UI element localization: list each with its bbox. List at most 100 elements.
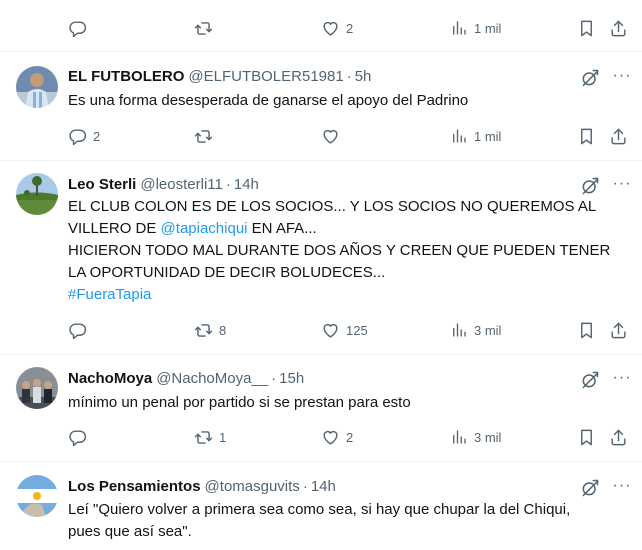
bookmark-button[interactable] bbox=[577, 315, 596, 345]
like-button[interactable]: 2 bbox=[321, 13, 353, 43]
grok-button[interactable] bbox=[580, 370, 600, 390]
top-tweet-actions: 2 1 mil bbox=[0, 13, 642, 43]
retweet-icon bbox=[194, 19, 213, 38]
retweet-count: 8 bbox=[219, 322, 227, 338]
retweet-button[interactable]: 1 bbox=[194, 422, 226, 452]
reply-button[interactable] bbox=[68, 13, 93, 43]
timestamp[interactable]: 15h bbox=[279, 370, 304, 387]
user-handle[interactable]: @leosterli11 bbox=[140, 176, 223, 193]
views-icon bbox=[450, 321, 468, 339]
tweet-header: EL FUTBOLERO @ELFUTBOLER51981 · 5h bbox=[68, 66, 371, 86]
more-button[interactable]: ··· bbox=[612, 476, 632, 496]
tweet-text-line: Leí "Quiero volver a primera sea como se… bbox=[68, 501, 571, 518]
tweet-actions: 8 125 3 mil bbox=[0, 315, 642, 345]
display-name[interactable]: Leo Sterli bbox=[68, 176, 136, 193]
tweet-text-line: VILLERO DE @tapiachiqui EN AFA... bbox=[68, 218, 634, 240]
user-handle[interactable]: @NachoMoya__ bbox=[156, 370, 268, 387]
reply-icon bbox=[68, 127, 87, 146]
more-icon: ··· bbox=[612, 369, 632, 386]
display-name[interactable]: EL FUTBOLERO bbox=[68, 68, 184, 85]
timestamp[interactable]: 14h bbox=[311, 478, 336, 495]
share-button[interactable] bbox=[609, 121, 628, 151]
more-icon: ··· bbox=[612, 67, 632, 84]
tweet-header: Los Pensamientos @tomasguvits · 14h bbox=[68, 476, 336, 496]
views-button[interactable]: 1 mil bbox=[450, 13, 501, 43]
bookmark-button[interactable] bbox=[577, 13, 596, 43]
share-icon bbox=[609, 321, 628, 340]
display-name[interactable]: Los Pensamientos bbox=[68, 478, 201, 495]
like-button[interactable] bbox=[321, 121, 346, 151]
retweet-button[interactable] bbox=[194, 121, 219, 151]
tweet-text-line: mínimo un penal por partido si se presta… bbox=[68, 394, 411, 411]
grok-icon bbox=[580, 370, 600, 390]
avatar[interactable] bbox=[16, 66, 58, 108]
tweet-text-line: Es una forma desesperada de ganarse el a… bbox=[68, 92, 469, 109]
user-handle[interactable]: @ELFUTBOLER51981 bbox=[188, 68, 343, 85]
text-segment: VILLERO DE bbox=[68, 220, 161, 237]
retweet-button[interactable] bbox=[194, 13, 219, 43]
timestamp[interactable]: 14h bbox=[234, 176, 259, 193]
user-handle[interactable]: @tomasguvits bbox=[205, 478, 300, 495]
separator-dot: · bbox=[346, 67, 352, 85]
views-count: 3 mil bbox=[474, 429, 502, 445]
views-button[interactable]: 3 mil bbox=[450, 422, 501, 452]
grok-icon bbox=[580, 478, 600, 498]
reply-icon bbox=[68, 428, 87, 447]
views-icon bbox=[450, 127, 468, 145]
share-button[interactable] bbox=[609, 13, 628, 43]
tweet[interactable]: EL FUTBOLERO @ELFUTBOLER51981 · 5h ··· E… bbox=[0, 52, 642, 160]
bookmark-icon bbox=[577, 19, 596, 38]
mention-link[interactable]: @tapiachiqui bbox=[161, 220, 248, 237]
like-icon bbox=[321, 321, 340, 340]
bookmark-button[interactable] bbox=[577, 422, 596, 452]
tweet[interactable]: Leo Sterli @leosterli11 · 14h ··· EL CLU… bbox=[0, 161, 642, 354]
avatar[interactable] bbox=[16, 173, 58, 215]
retweet-button[interactable]: 8 bbox=[194, 315, 226, 345]
reply-icon bbox=[68, 321, 87, 340]
tweet-text: EL CLUB COLON ES DE LOS SOCIOS... Y LOS … bbox=[68, 196, 634, 306]
tweet-text: mínimo un penal por partido si se presta… bbox=[68, 392, 634, 414]
views-icon bbox=[450, 428, 468, 446]
bookmark-icon bbox=[577, 428, 596, 447]
tweet[interactable]: Los Pensamientos @tomasguvits · 14h ··· … bbox=[0, 462, 642, 550]
views-button[interactable]: 1 mil bbox=[450, 121, 501, 151]
share-icon bbox=[609, 127, 628, 146]
reply-button[interactable] bbox=[68, 422, 93, 452]
avatar[interactable] bbox=[16, 367, 58, 409]
more-button[interactable]: ··· bbox=[612, 174, 632, 194]
grok-button[interactable] bbox=[580, 478, 600, 498]
more-icon: ··· bbox=[612, 175, 632, 192]
tweet-actions: 2 1 mil bbox=[0, 121, 642, 151]
grok-button[interactable] bbox=[580, 68, 600, 88]
like-button[interactable]: 125 bbox=[321, 315, 368, 345]
bookmark-button[interactable] bbox=[577, 121, 596, 151]
grok-button[interactable] bbox=[580, 176, 600, 196]
separator-dot: · bbox=[225, 175, 231, 193]
tweet-text-line: pues que así sea". bbox=[68, 523, 192, 540]
bookmark-icon bbox=[577, 127, 596, 146]
avatar[interactable] bbox=[16, 475, 58, 517]
more-button[interactable]: ··· bbox=[612, 368, 632, 388]
separator-dot: · bbox=[271, 369, 277, 387]
views-button[interactable]: 3 mil bbox=[450, 315, 501, 345]
reply-icon bbox=[68, 19, 87, 38]
retweet-icon bbox=[194, 127, 213, 146]
share-icon bbox=[609, 428, 628, 447]
reply-button[interactable] bbox=[68, 315, 93, 345]
tweet-text-line: LA OPORTUNIDAD DE DECIR BOLUDECES... bbox=[68, 264, 386, 281]
share-button[interactable] bbox=[609, 315, 628, 345]
more-button[interactable]: ··· bbox=[612, 66, 632, 86]
tweet-actions: 1 2 3 mil bbox=[0, 422, 642, 452]
tweet[interactable]: NachoMoya @NachoMoya__ · 15h ··· mínimo … bbox=[0, 355, 642, 461]
share-button[interactable] bbox=[609, 422, 628, 452]
display-name[interactable]: NachoMoya bbox=[68, 370, 152, 387]
hashtag-link[interactable]: #FueraTapia bbox=[68, 284, 634, 306]
reply-button[interactable]: 2 bbox=[68, 121, 100, 151]
text-segment: EN AFA... bbox=[247, 220, 317, 237]
retweet-icon bbox=[194, 321, 213, 340]
views-icon bbox=[450, 19, 468, 37]
timestamp[interactable]: 5h bbox=[355, 68, 372, 85]
like-button[interactable]: 2 bbox=[321, 422, 353, 452]
tweet-text: Es una forma desesperada de ganarse el a… bbox=[68, 90, 634, 112]
separator-dot: · bbox=[302, 477, 308, 495]
